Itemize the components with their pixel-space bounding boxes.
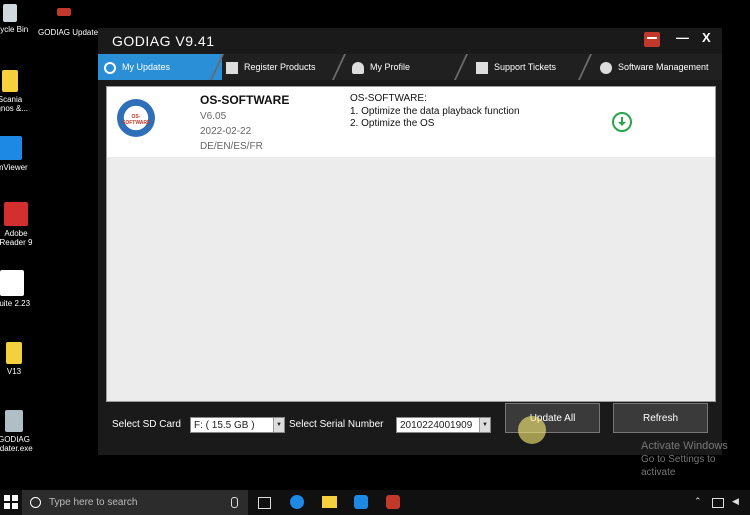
file-explorer-icon[interactable]	[322, 496, 337, 508]
desktop-icon-adobe-reader[interactable]: Adobe Reader 9	[0, 202, 42, 247]
settings-icon	[600, 61, 612, 74]
sd-card-value: F: ( 15.5 GB )	[194, 420, 255, 431]
description-line: 2. Optimize the OS	[350, 118, 435, 129]
desktop-icon-label: Reader 9	[0, 238, 33, 247]
desktop-icon-v13[interactable]: V13	[0, 342, 40, 376]
tab-my-updates[interactable]: My Updates	[98, 54, 222, 80]
refresh-button[interactable]: Refresh	[613, 403, 708, 433]
os-software-logo-icon: OS-SOFTWARE	[117, 99, 155, 137]
desktop-icon-label: ecycle Bin	[0, 25, 29, 34]
tab-support-tickets[interactable]: Support Tickets	[476, 54, 556, 80]
desktop-icon-label: V13	[6, 367, 22, 376]
edge-icon[interactable]	[290, 495, 304, 509]
tab-label: Software Management	[618, 62, 709, 72]
desktop-icon-recycle-bin[interactable]: ecycle Bin	[0, 4, 36, 34]
godiag-updater-icon	[57, 8, 71, 16]
desktop-icon-label: Suite 2.23	[0, 299, 31, 308]
desktop-icon-suite[interactable]: Suite 2.23	[0, 270, 38, 308]
printer-icon[interactable]	[644, 32, 660, 47]
desktop-icon-scania[interactable]: Scania agnos &...	[0, 70, 36, 113]
software-version: V6.05	[200, 111, 227, 122]
tab-label: Support Tickets	[494, 62, 557, 72]
microphone-icon[interactable]	[231, 497, 238, 508]
folder-icon	[6, 342, 22, 364]
update-description: OS-SOFTWARE: 1. Optimize the data playba…	[350, 93, 550, 131]
list-item[interactable]: OS-SOFTWARE OS-SOFTWARE V6.05 2022-02-22…	[107, 87, 715, 157]
exe-file-icon	[5, 410, 23, 432]
updates-list: OS-SOFTWARE OS-SOFTWARE V6.05 2022-02-22…	[106, 86, 716, 402]
minimize-button[interactable]: —	[676, 30, 689, 45]
suite-k-icon	[0, 270, 24, 296]
ticket-icon	[476, 61, 488, 74]
desktop-icon-teamviewer[interactable]: amViewer	[0, 136, 36, 172]
window-title: GODIAG V9.41	[112, 33, 215, 49]
tab-my-profile[interactable]: My Profile	[352, 54, 410, 80]
desktop-icon-godiag-updater-exe[interactable]: GODIAG pdater.exe	[0, 410, 40, 453]
refresh-icon	[104, 61, 116, 74]
desktop-icon-label: Adobe	[4, 229, 28, 238]
search-icon	[30, 496, 41, 508]
title-bar: GODIAG V9.41 — X	[98, 28, 722, 52]
sd-card-select[interactable]: F: ( 15.5 GB ) ▼	[190, 417, 285, 433]
activate-windows-watermark: Activate Windows Go to Settings to activ…	[641, 440, 750, 479]
watermark-line: Go to Settings to activate	[641, 454, 716, 478]
godiag-taskbar-icon[interactable]	[386, 495, 400, 509]
recycle-bin-icon	[3, 4, 17, 22]
teamviewer-taskbar-icon[interactable]	[354, 495, 368, 509]
tab-register-products[interactable]: Register Products	[226, 54, 316, 80]
desktop-icon-label: pdater.exe	[0, 444, 33, 453]
tab-separator	[577, 54, 593, 80]
software-languages: DE/EN/ES/FR	[200, 141, 263, 152]
tab-label: My Updates	[122, 62, 171, 72]
network-icon[interactable]	[712, 498, 724, 508]
tab-label: Register Products	[244, 62, 316, 72]
desktop-icon-label: Scania	[0, 95, 23, 104]
desktop-icon-godiag-updater[interactable]: GODIAG Updater	[38, 8, 101, 37]
description-title: OS-SOFTWARE:	[350, 93, 427, 104]
profile-icon	[352, 61, 364, 74]
taskbar: Type here to search ⌃ ◀	[0, 490, 750, 515]
adobe-reader-icon	[4, 202, 28, 226]
tab-bar: My Updates Register Products My Profile …	[98, 54, 722, 80]
serial-number-value: 2010224001909	[400, 420, 473, 431]
desktop-icon-label: GODIAG	[0, 435, 30, 444]
chevron-down-icon[interactable]: ▼	[479, 418, 490, 432]
volume-icon[interactable]: ◀	[732, 496, 739, 507]
teamviewer-icon	[0, 136, 22, 160]
download-icon[interactable]	[612, 112, 632, 132]
mouse-cursor-highlight	[518, 416, 546, 444]
desktop-icon-label: amViewer	[0, 163, 28, 172]
serial-number-select[interactable]: 2010224001909 ▼	[396, 417, 491, 433]
description-line: 1. Optimize the data playback function	[350, 105, 520, 117]
serial-number-label: Select Serial Number	[289, 419, 384, 430]
desktop-icon-label: GODIAG Updater	[38, 28, 101, 37]
desktop-icon-label: agnos &...	[0, 104, 29, 113]
search-placeholder: Type here to search	[49, 497, 138, 508]
taskbar-search[interactable]: Type here to search	[22, 490, 248, 515]
tab-software-management[interactable]: Software Management	[600, 54, 709, 80]
folder-icon	[2, 70, 18, 92]
tab-separator	[453, 54, 469, 80]
chevron-down-icon[interactable]: ▼	[273, 418, 284, 432]
godiag-window: GODIAG V9.41 — X My Updates Register Pro…	[98, 28, 722, 455]
software-date: 2022-02-22	[200, 126, 252, 137]
software-name: OS-SOFTWARE	[200, 93, 290, 107]
task-view-icon[interactable]	[258, 497, 271, 509]
close-button[interactable]: X	[702, 30, 711, 45]
tab-label: My Profile	[370, 62, 411, 72]
footer-bar: Select SD Card F: ( 15.5 GB ) ▼ Select S…	[98, 403, 722, 455]
register-icon	[226, 61, 238, 74]
sd-card-label: Select SD Card	[112, 419, 181, 430]
tab-separator	[331, 54, 347, 80]
logo-text: OS-SOFTWARE	[122, 114, 151, 126]
watermark-line: Activate Windows	[641, 440, 728, 452]
windows-start-icon[interactable]	[4, 495, 18, 509]
tray-chevron-up-icon[interactable]: ⌃	[694, 496, 702, 507]
